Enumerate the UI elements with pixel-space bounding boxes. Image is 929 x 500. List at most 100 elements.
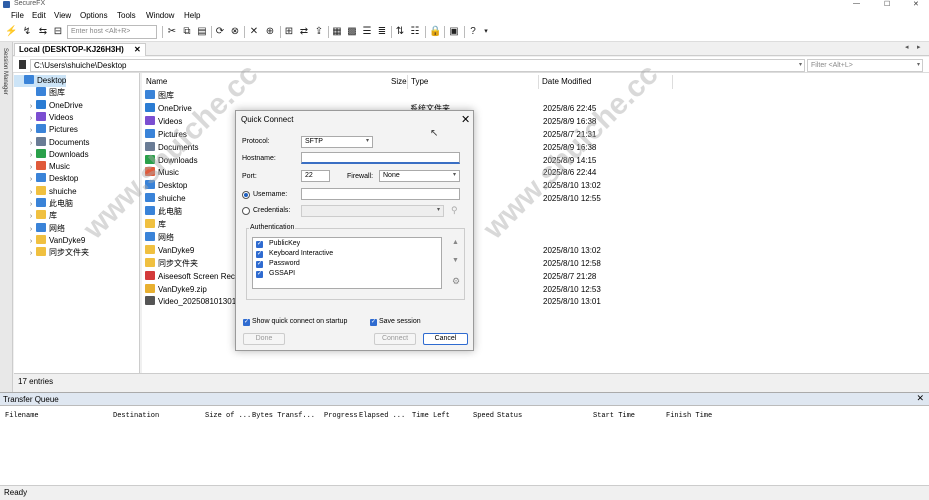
tree-item[interactable]: › Downloads bbox=[26, 148, 89, 161]
expand-icon[interactable]: › bbox=[26, 236, 36, 248]
tree-item[interactable]: › 库 bbox=[26, 210, 57, 222]
expand-icon[interactable]: › bbox=[26, 187, 36, 199]
upload-icon[interactable]: ⇪ bbox=[313, 26, 325, 38]
file-row[interactable]: shuiche bbox=[145, 193, 186, 205]
disconnect-icon[interactable]: ⊟ bbox=[52, 26, 64, 38]
close-icon[interactable]: ✕ bbox=[913, 0, 919, 8]
expand-icon[interactable]: › bbox=[26, 211, 36, 223]
move-down-icon[interactable]: ▼ bbox=[452, 257, 459, 264]
file-row[interactable]: Video_20250810130110 bbox=[145, 296, 244, 308]
auth-checkbox-password[interactable]: ✓ bbox=[256, 261, 263, 268]
tree-item[interactable]: › VanDyke9 bbox=[26, 234, 85, 248]
file-row[interactable]: Downloads bbox=[145, 154, 198, 167]
file-row[interactable]: Pictures bbox=[145, 128, 187, 141]
expand-icon[interactable]: › bbox=[26, 113, 36, 125]
queue-column-time-left[interactable]: Time Left bbox=[412, 412, 450, 420]
filter-icon[interactable]: ☷ bbox=[409, 26, 421, 38]
auth-method-gssapi[interactable]: GSSAPI bbox=[269, 270, 295, 277]
transfer-queue-close-icon[interactable]: ✕ bbox=[916, 393, 924, 404]
filter-input[interactable]: Filter <Alt+L> ▾ bbox=[807, 59, 923, 72]
column-type[interactable]: Type bbox=[411, 77, 428, 86]
menu-edit[interactable]: Edit bbox=[32, 11, 46, 20]
file-row[interactable]: Desktop bbox=[145, 180, 187, 192]
delete-icon[interactable]: ✕ bbox=[248, 26, 260, 38]
file-row[interactable]: 库 bbox=[145, 219, 166, 231]
rename-icon[interactable]: ⊕ bbox=[264, 26, 276, 38]
save-session-checkbox[interactable]: ✓ bbox=[370, 319, 377, 326]
filter-dropdown-icon[interactable]: ▾ bbox=[917, 61, 920, 68]
tree-item[interactable]: Desktop bbox=[14, 75, 67, 87]
queue-column-size[interactable]: Size of ... bbox=[205, 412, 251, 420]
tree-item[interactable]: › 同步文件夹 bbox=[26, 247, 89, 259]
file-row[interactable]: Documents bbox=[145, 141, 198, 154]
column-size[interactable]: Size bbox=[391, 77, 407, 86]
sort-icon[interactable]: ⇅ bbox=[394, 26, 406, 38]
hostname-input[interactable] bbox=[301, 152, 460, 164]
menu-view[interactable]: View bbox=[54, 11, 71, 20]
queue-column-elapsed[interactable]: Elapsed ... bbox=[359, 412, 405, 420]
quick-connect-icon[interactable]: ↯ bbox=[21, 26, 33, 38]
column-name[interactable]: Name bbox=[146, 77, 167, 86]
cancel-button[interactable]: Cancel bbox=[423, 333, 468, 345]
expand-icon[interactable]: › bbox=[26, 248, 36, 260]
bookmark-icon[interactable] bbox=[19, 60, 26, 69]
auth-settings-icon[interactable]: ⚙ bbox=[452, 276, 460, 287]
expand-icon[interactable]: › bbox=[26, 138, 36, 150]
list-view-icon[interactable]: ☰ bbox=[361, 26, 373, 38]
tree-item[interactable]: › 网络 bbox=[26, 222, 65, 236]
copy-icon[interactable]: ⧉ bbox=[181, 26, 193, 38]
menu-help[interactable]: Help bbox=[184, 11, 200, 20]
stop-icon[interactable]: ⊗ bbox=[229, 26, 241, 38]
show-quick-connect-checkbox[interactable]: ✓ bbox=[243, 319, 250, 326]
host-input[interactable]: Enter host <Alt+R> bbox=[67, 25, 157, 39]
file-row[interactable]: Aiseesoft Screen Reco bbox=[145, 270, 239, 283]
file-row[interactable]: 图库 bbox=[145, 90, 174, 102]
tree-item[interactable]: › Music bbox=[26, 161, 70, 173]
tree-item[interactable]: › Desktop bbox=[26, 173, 78, 185]
expand-icon[interactable]: › bbox=[26, 125, 36, 137]
file-row[interactable]: Music bbox=[145, 167, 179, 179]
queue-column-start-time[interactable]: Start Time bbox=[593, 412, 635, 420]
tree-item[interactable]: › Documents bbox=[26, 136, 89, 150]
path-input[interactable]: C:\Users\shuiche\Desktop ▾ bbox=[30, 59, 805, 72]
queue-column-destination[interactable]: Destination bbox=[113, 412, 159, 420]
tab-scroll-left-icon[interactable]: ◂ bbox=[905, 43, 909, 51]
queue-column-progress[interactable]: Progress bbox=[324, 412, 358, 420]
minimize-icon[interactable]: — bbox=[853, 0, 860, 7]
expand-icon[interactable]: › bbox=[26, 101, 36, 113]
move-up-icon[interactable]: ▲ bbox=[452, 239, 459, 246]
credentials-select[interactable]: ▾ bbox=[301, 205, 444, 217]
dropdown-arrow-icon[interactable]: ▾ bbox=[480, 26, 492, 38]
file-row[interactable]: VanDyke9.zip bbox=[145, 283, 207, 296]
file-row[interactable]: 网络 bbox=[145, 231, 174, 244]
column-date-modified[interactable]: Date Modified bbox=[542, 77, 591, 86]
queue-column-filename[interactable]: Filename bbox=[5, 412, 39, 420]
username-input[interactable] bbox=[301, 188, 460, 200]
menu-tools[interactable]: Tools bbox=[117, 11, 136, 20]
path-dropdown-icon[interactable]: ▾ bbox=[799, 61, 802, 68]
expand-icon[interactable]: › bbox=[26, 224, 36, 236]
port-input[interactable]: 22 bbox=[301, 170, 330, 182]
file-row[interactable]: VanDyke9 bbox=[145, 244, 194, 257]
queue-column-finish-time[interactable]: Finish Time bbox=[666, 412, 712, 420]
help-icon[interactable]: ? bbox=[467, 26, 479, 38]
expand-icon[interactable]: › bbox=[26, 174, 36, 186]
reconnect-icon[interactable]: ⇆ bbox=[37, 26, 49, 38]
tree-item[interactable]: › OneDrive bbox=[26, 99, 83, 113]
auth-checkbox-publickey[interactable]: ✓ bbox=[256, 241, 263, 248]
queue-column-status[interactable]: Status bbox=[497, 412, 522, 420]
connect-icon[interactable]: ⚡ bbox=[5, 26, 17, 38]
dialog-close-icon[interactable]: ✕ bbox=[461, 113, 470, 126]
connect-button[interactable]: Connect bbox=[374, 333, 416, 345]
refresh-icon[interactable]: ⟳ bbox=[214, 26, 226, 38]
file-row[interactable]: Videos bbox=[145, 115, 182, 128]
menu-window[interactable]: Window bbox=[146, 11, 174, 20]
cut-icon[interactable]: ✂ bbox=[166, 26, 178, 38]
menu-options[interactable]: Options bbox=[80, 11, 108, 20]
new-folder-icon[interactable]: ⊞ bbox=[283, 26, 295, 38]
session-manager-tab[interactable]: Session Manager bbox=[0, 42, 13, 392]
expand-icon[interactable]: › bbox=[26, 199, 36, 211]
file-row[interactable]: OneDrive bbox=[145, 102, 192, 115]
auth-method-publickey[interactable]: PublicKey bbox=[269, 240, 300, 247]
credentials-radio[interactable] bbox=[242, 207, 250, 215]
